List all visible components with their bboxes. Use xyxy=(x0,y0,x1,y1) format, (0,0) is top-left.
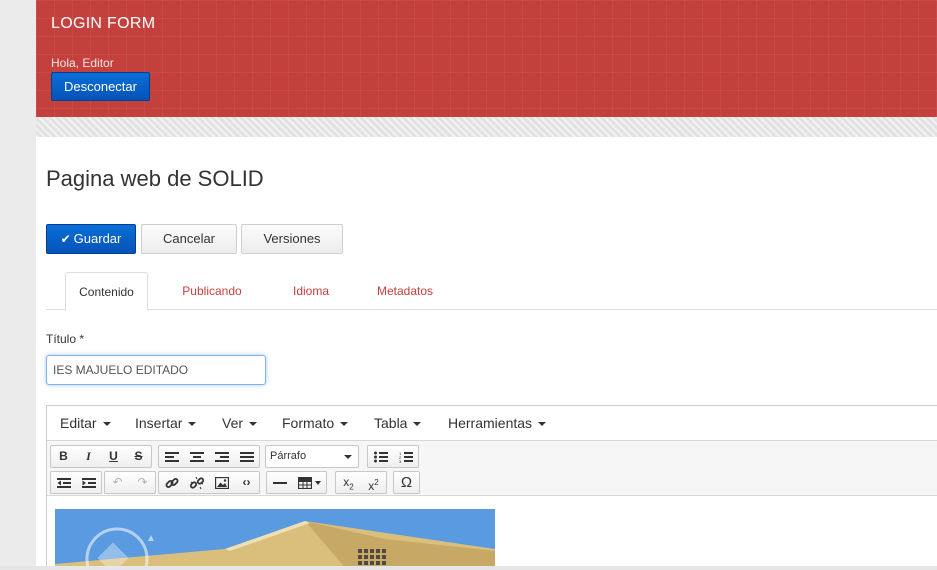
insert-group: ‹› xyxy=(158,471,260,494)
menu-editar[interactable]: Editar xyxy=(60,406,111,441)
bottom-edge xyxy=(0,566,937,570)
menu-ver-label: Ver xyxy=(222,415,244,431)
indent-icon[interactable] xyxy=(76,472,101,493)
chevron-down-icon xyxy=(413,422,422,427)
italic-icon[interactable]: I xyxy=(76,446,101,467)
superscript-icon[interactable]: x2 xyxy=(361,472,386,493)
save-button-label: Guardar xyxy=(73,231,122,246)
editor-toolbar: B I U S Párrafo 123 ↶ ↷ ‹› x2 x2 Ω xyxy=(47,441,937,496)
text-style-group: B I U S xyxy=(50,445,152,468)
menu-formato[interactable]: Formato xyxy=(282,406,349,441)
align-justify-icon[interactable] xyxy=(234,446,259,467)
list-group: 123 xyxy=(367,445,419,468)
bullet-list-icon[interactable] xyxy=(368,446,393,467)
horizontal-rule-icon[interactable] xyxy=(267,472,292,493)
table-group xyxy=(266,471,327,494)
svg-text:3: 3 xyxy=(399,459,402,463)
tab-publicando[interactable]: Publicando xyxy=(172,272,252,310)
image-icon[interactable] xyxy=(209,472,234,493)
align-group xyxy=(158,445,260,468)
chevron-down-icon xyxy=(340,422,349,427)
strikethrough-icon[interactable]: S xyxy=(126,446,151,467)
left-margin xyxy=(0,0,36,570)
chevron-down-icon xyxy=(188,422,197,427)
chevron-down-icon xyxy=(249,422,258,427)
align-center-icon[interactable] xyxy=(184,446,209,467)
align-right-icon[interactable] xyxy=(209,446,234,467)
unlink-icon[interactable] xyxy=(184,472,209,493)
versions-button[interactable]: Versiones xyxy=(241,224,343,254)
chevron-down-icon xyxy=(102,422,111,427)
menu-tabla[interactable]: Tabla xyxy=(374,406,422,441)
site-title: LOGIN FORM xyxy=(51,15,156,32)
indent-group xyxy=(50,471,102,494)
menu-herramientas-label: Herramientas xyxy=(448,415,533,431)
title-field-label: Título * xyxy=(46,332,85,346)
chevron-down-icon xyxy=(344,455,352,459)
chevron-down-icon xyxy=(538,422,547,427)
underline-icon[interactable]: U xyxy=(101,446,126,467)
tab-contenido[interactable]: Contenido xyxy=(65,272,148,311)
menu-insertar-label: Insertar xyxy=(135,415,183,431)
code-icon[interactable]: ‹› xyxy=(234,472,259,493)
check-icon: ✔ xyxy=(60,232,71,246)
format-select-value: Párrafo xyxy=(270,450,307,462)
editor-menubar: Editar Insertar Ver Formato Tabla Herram… xyxy=(47,406,937,441)
redo-icon[interactable]: ↷ xyxy=(130,472,155,493)
logout-button[interactable]: Desconectar xyxy=(51,72,150,101)
bold-icon[interactable]: B xyxy=(51,446,76,467)
user-greeting: Hola, Editor xyxy=(51,56,114,70)
cancel-button[interactable]: Cancelar xyxy=(141,224,237,254)
tab-idioma[interactable]: Idioma xyxy=(286,272,336,310)
content-image xyxy=(55,509,495,570)
menu-ver[interactable]: Ver xyxy=(222,406,258,441)
numbered-list-icon[interactable]: 123 xyxy=(393,446,418,467)
special-char-group: Ω xyxy=(393,471,420,494)
menu-formato-label: Formato xyxy=(282,415,335,431)
subscript-icon[interactable]: x2 xyxy=(336,472,361,493)
outdent-icon[interactable] xyxy=(51,472,76,493)
link-icon[interactable] xyxy=(159,472,184,493)
page-title: Pagina web de SOLID xyxy=(46,166,264,191)
table-icon[interactable] xyxy=(292,472,326,493)
menu-tabla-label: Tabla xyxy=(374,415,408,431)
format-select[interactable]: Párrafo xyxy=(265,445,359,468)
menu-editar-label: Editar xyxy=(60,415,97,431)
undo-icon[interactable]: ↶ xyxy=(105,472,130,493)
special-char-icon[interactable]: Ω xyxy=(394,472,419,493)
menu-insertar[interactable]: Insertar xyxy=(135,406,197,441)
title-input[interactable] xyxy=(46,355,266,385)
tab-bar: Contenido Publicando Idioma Metadatos xyxy=(46,272,937,311)
script-group: x2 x2 xyxy=(335,471,387,494)
site-header: LOGIN FORM Hola, Editor Desconectar xyxy=(36,0,937,117)
save-button[interactable]: ✔ Guardar xyxy=(46,224,136,254)
main-content: Pagina web de SOLID ✔ Guardar Cancelar Ve… xyxy=(36,137,937,570)
align-left-icon[interactable] xyxy=(159,446,184,467)
editor-content-area[interactable] xyxy=(47,496,937,570)
rich-text-editor: Editar Insertar Ver Formato Tabla Herram… xyxy=(46,405,937,570)
tab-metadatos[interactable]: Metadatos xyxy=(370,272,440,310)
header-divider xyxy=(36,117,937,137)
history-group: ↶ ↷ xyxy=(104,471,156,494)
menu-herramientas[interactable]: Herramientas xyxy=(448,406,547,441)
